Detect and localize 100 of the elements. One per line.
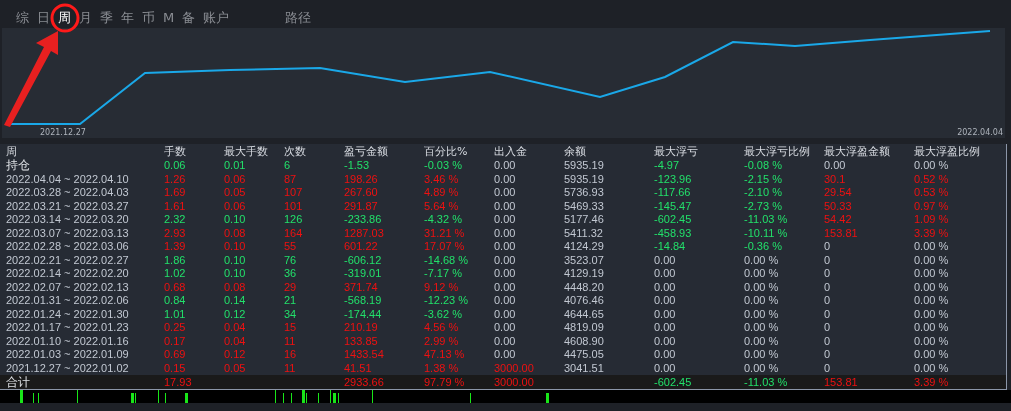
- period-tab[interactable]: M: [163, 10, 175, 25]
- table-cell-text: 29: [284, 280, 298, 294]
- table-cell-text: -602.45: [654, 375, 693, 389]
- table-cell-text: 0.06: [224, 199, 247, 213]
- table-cell-text: 0.00: [494, 240, 517, 254]
- table-cell-text: -4.32 %: [424, 213, 463, 227]
- table-cell-text: 50.33: [824, 199, 853, 213]
- table-cell-text: 601.22: [344, 240, 379, 254]
- table-cell-text: 5935.19: [564, 159, 605, 173]
- table-cell-text: 0.00 %: [744, 294, 780, 308]
- column-header: 最大手数: [224, 145, 269, 158]
- table-cell-text: 3000.00: [494, 361, 535, 375]
- table-cell-text: 2022.01.24 ~ 2022.01.30: [6, 307, 130, 321]
- table-cell-text: 87: [284, 172, 298, 186]
- table-cell-text: 0.00 %: [914, 348, 950, 362]
- table-cell-text: -0.03 %: [424, 159, 463, 173]
- table-cell-text: 1.86: [164, 253, 187, 267]
- table-cell-text: 0.00 %: [744, 267, 780, 281]
- column-header: 次数: [284, 145, 307, 158]
- table-cell-text: 126: [284, 213, 304, 227]
- table-cell-text: 0.00: [654, 334, 677, 348]
- table-cell-text: 153.81: [824, 226, 859, 240]
- table-cell-text: 5177.46: [564, 213, 605, 227]
- table-cell-text: 0.00 %: [914, 321, 950, 335]
- table-cell-text: 16: [284, 348, 298, 362]
- table-cell-text: 30.1: [824, 172, 847, 186]
- period-tab[interactable]: 综: [16, 10, 29, 25]
- table-cell-text: 0.17: [164, 334, 187, 348]
- table-cell-text: 3000.00: [494, 375, 535, 389]
- table-cell-text: 0.00: [494, 280, 517, 294]
- table-cell-text: -145.47: [654, 199, 693, 213]
- table-cell-text: 371.74: [344, 280, 379, 294]
- period-tab[interactable]: 月: [79, 10, 92, 25]
- table-cell-text: 0.53 %: [914, 186, 950, 200]
- table-cell-text: 0.00 %: [914, 240, 950, 254]
- table-cell-text: 34: [284, 307, 298, 321]
- table-cell-text: 76: [284, 253, 298, 267]
- table-cell-text: 0.12: [224, 348, 247, 362]
- table-cell-text: 2022.02.14 ~ 2022.02.20: [6, 267, 130, 281]
- table-cell-text: 2.93: [164, 226, 187, 240]
- table-cell-text: 0.10: [224, 240, 247, 254]
- table-cell-text: 6: [284, 159, 292, 173]
- row-label: 持仓: [6, 159, 31, 173]
- table-cell-text: 0: [824, 348, 832, 362]
- table-cell-text: 2022.01.31 ~ 2022.02.06: [6, 294, 130, 308]
- table-cell-text: 5.64 %: [424, 199, 460, 213]
- table-cell-text: 107: [284, 186, 304, 200]
- table-cell-text: 4.89 %: [424, 186, 460, 200]
- table-cell-text: 0.00: [494, 226, 517, 240]
- table-cell-text: 0.00 %: [914, 159, 950, 173]
- table-cell-text: 0.00 %: [914, 361, 950, 375]
- table-cell-text: -174.44: [344, 307, 383, 321]
- table-cell-text: 3041.51: [564, 361, 605, 375]
- table-cell-text: 1.09 %: [914, 213, 950, 227]
- period-tab[interactable]: 日: [37, 10, 50, 25]
- table-cell-text: 2022.03.28 ~ 2022.04.03: [6, 186, 130, 200]
- table-cell-text: 0.00: [494, 159, 517, 173]
- table-cell-text: 2022.02.28 ~ 2022.03.06: [6, 240, 130, 254]
- period-tab[interactable]: 备: [182, 10, 196, 25]
- table-cell-text: 2022.03.07 ~ 2022.03.13: [6, 226, 130, 240]
- table-cell-text: 4129.19: [564, 267, 605, 281]
- table-cell-text: 97.79 %: [424, 375, 466, 389]
- table-cell-text: 4076.46: [564, 294, 605, 308]
- table-cell-text: 0.08: [224, 280, 247, 294]
- table-cell-text: 0: [824, 334, 832, 348]
- table-cell-text: 267.60: [344, 186, 379, 200]
- table-cell-text: -4.97: [654, 159, 681, 173]
- table-cell-text: -123.96: [654, 172, 693, 186]
- table-cell-text: -606.12: [344, 253, 383, 267]
- period-tab[interactable]: 账户: [203, 10, 230, 25]
- table-cell-text: 0.00 %: [744, 348, 780, 362]
- table-cell-text: 4124.29: [564, 240, 605, 254]
- table-cell-text: 0.69: [164, 348, 187, 362]
- table-cell-text: 17.07 %: [424, 240, 466, 254]
- table-cell-text: 210.19: [344, 321, 379, 335]
- table-cell-text: 0: [824, 280, 832, 294]
- table-cell-text: 153.81: [824, 375, 859, 389]
- period-tab[interactable]: 季: [100, 10, 113, 25]
- table-cell-text: 0.10: [224, 213, 247, 227]
- table-cell-text: 11: [284, 334, 297, 348]
- table-cell-text: 4608.90: [564, 334, 605, 348]
- table-cell-text: -0.36 %: [744, 240, 783, 254]
- column-header: 出入金: [494, 145, 528, 158]
- table-cell-text: 0.14: [224, 294, 247, 308]
- table-cell-text: 0.00: [654, 267, 677, 281]
- period-tab[interactable]: 路径: [285, 10, 312, 25]
- period-tab[interactable]: 币: [142, 10, 155, 25]
- table-cell-text: -7.17 %: [424, 267, 463, 281]
- period-tab[interactable]: 年: [121, 10, 134, 25]
- table-cell-text: -10.11 %: [744, 226, 789, 240]
- column-header: 最大浮盈金额: [824, 145, 891, 158]
- table-cell-text: -1.53: [344, 159, 371, 173]
- table-cell-text: 0.00: [654, 253, 677, 267]
- x-axis-label: 2021.12.27: [40, 128, 86, 138]
- table-cell-text: 133.85: [344, 334, 379, 348]
- table-cell-text: 0.00 %: [914, 253, 950, 267]
- table-cell-text: 0.00: [654, 294, 677, 308]
- table-cell-text: 0.00 %: [914, 280, 950, 294]
- table-cell-text: 0.00: [494, 307, 517, 321]
- table-cell-text: 0.00: [824, 159, 847, 173]
